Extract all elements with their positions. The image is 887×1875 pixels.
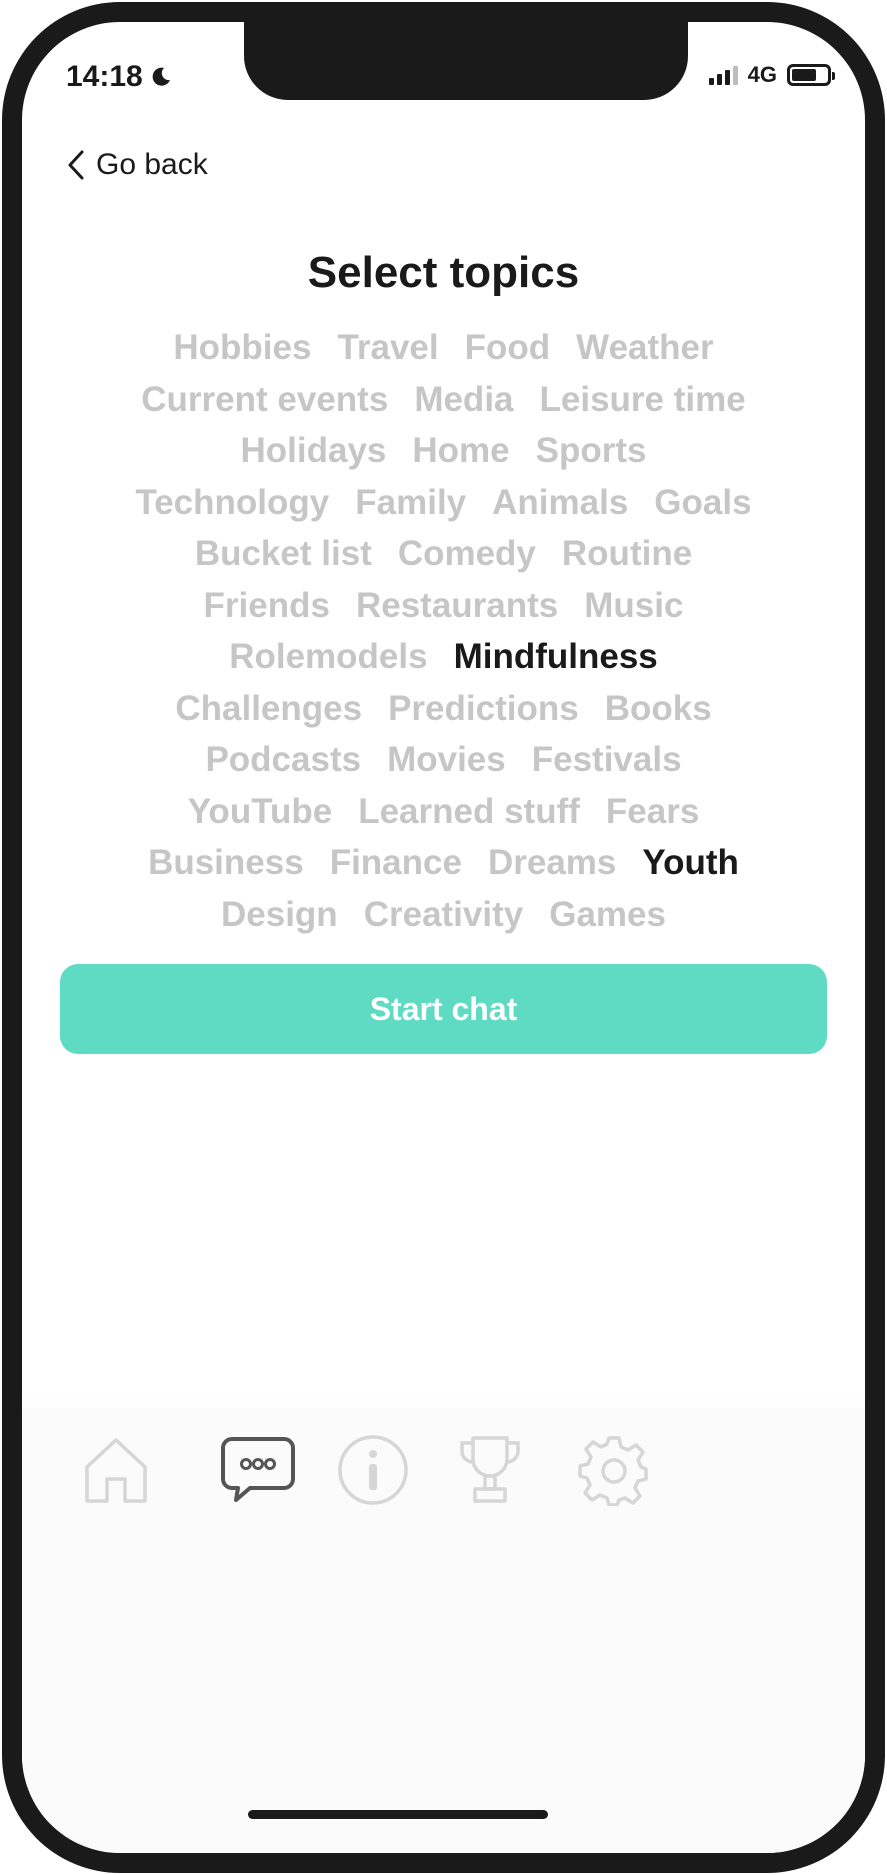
topic-row: Holidays Home Sports (52, 425, 835, 477)
home-indicator (248, 1810, 548, 1819)
topic-chip-mindfulness[interactable]: Mindfulness (454, 631, 658, 683)
topic-chip-fears[interactable]: Fears (606, 786, 699, 838)
topic-row: Challenges Predictions Books (52, 683, 835, 735)
battery-icon (787, 64, 835, 86)
topic-row: Podcasts Movies Festivals (52, 734, 835, 786)
topic-chip-leisure-time[interactable]: Leisure time (540, 374, 746, 426)
topic-chip-design[interactable]: Design (221, 889, 338, 941)
topic-chip-hobbies[interactable]: Hobbies (173, 322, 311, 374)
topic-row: Friends Restaurants Music (52, 580, 835, 632)
topic-row: Bucket list Comedy Routine (52, 528, 835, 580)
trophy-icon (460, 1436, 520, 1503)
topic-chip-sports[interactable]: Sports (536, 425, 647, 477)
topic-chip-youtube[interactable]: YouTube (188, 786, 333, 838)
topic-chip-travel[interactable]: Travel (337, 322, 438, 374)
topic-chip-restaurants[interactable]: Restaurants (356, 580, 558, 632)
chevron-left-icon (68, 150, 84, 180)
topic-chip-games[interactable]: Games (549, 889, 666, 941)
topic-row: Current events Media Leisure time (52, 374, 835, 426)
topic-row: YouTube Learned stuff Fears (52, 786, 835, 838)
topic-row: Hobbies Travel Food Weather (52, 322, 835, 374)
topic-chip-family[interactable]: Family (355, 477, 466, 529)
app-screen: 14:18 4G Go back Select topics Hobbies Tr… (22, 22, 865, 1853)
topic-chip-technology[interactable]: Technology (135, 477, 329, 529)
go-back-button[interactable]: Go back (66, 148, 208, 182)
tab-achievements[interactable] (442, 1422, 538, 1518)
tab-settings[interactable] (566, 1422, 662, 1518)
topic-row: Technology Family Animals Goals (52, 477, 835, 529)
topic-chip-finance[interactable]: Finance (330, 837, 462, 889)
topic-row: Business Finance Dreams Youth (52, 837, 835, 889)
tab-home[interactable] (68, 1422, 164, 1518)
signal-icon (708, 65, 738, 85)
topic-chip-predictions[interactable]: Predictions (388, 683, 579, 735)
topic-chip-learned-stuff[interactable]: Learned stuff (358, 786, 580, 838)
status-bar-right: 4G (708, 62, 835, 88)
home-icon (85, 1438, 147, 1503)
tab-info[interactable] (325, 1422, 421, 1518)
topic-chip-rolemodels[interactable]: Rolemodels (229, 631, 427, 683)
topic-row: Rolemodels Mindfulness (52, 631, 835, 683)
topic-chip-food[interactable]: Food (465, 322, 551, 374)
tab-chat[interactable] (210, 1422, 306, 1518)
network-label: 4G (747, 62, 777, 87)
topic-chip-books[interactable]: Books (605, 683, 712, 735)
topic-chip-home[interactable]: Home (412, 425, 509, 477)
topic-chip-holidays[interactable]: Holidays (241, 425, 387, 477)
phone-frame: 14:18 4G Go back Select topics Hobbies Tr… (2, 2, 885, 1873)
info-icon (338, 1435, 408, 1505)
topic-chip-friends[interactable]: Friends (204, 580, 330, 632)
moon-icon (152, 67, 170, 86)
start-chat-button[interactable]: Start chat (60, 964, 827, 1054)
page-title: Select topics (307, 248, 580, 297)
topic-chip-podcasts[interactable]: Podcasts (205, 734, 361, 786)
topic-chip-creativity[interactable]: Creativity (364, 889, 524, 941)
topic-chip-challenges[interactable]: Challenges (175, 683, 362, 735)
topic-chip-dreams[interactable]: Dreams (488, 837, 616, 889)
start-chat-label: Start chat (369, 990, 518, 1027)
topic-chip-festivals[interactable]: Festivals (532, 734, 682, 786)
topic-cloud: Hobbies Travel Food Weather Current events Me… (52, 322, 835, 940)
status-bar-time: 14:18 (66, 60, 173, 94)
topic-chip-bucket-list[interactable]: Bucket list (195, 528, 372, 580)
topic-chip-music[interactable]: Music (584, 580, 683, 632)
topic-chip-animals[interactable]: Animals (492, 477, 628, 529)
chat-icon (221, 1437, 295, 1502)
device-notch (244, 22, 688, 100)
go-back-label: Go back (96, 148, 208, 181)
topic-chip-youth[interactable]: Youth (642, 837, 739, 889)
time-label: 14:18 (66, 60, 143, 93)
topic-chip-goals[interactable]: Goals (654, 477, 751, 529)
topic-chip-movies[interactable]: Movies (387, 734, 506, 786)
topic-chip-comedy[interactable]: Comedy (398, 528, 536, 580)
topic-row: Design Creativity Games (52, 889, 835, 941)
topic-chip-current-events[interactable]: Current events (141, 374, 388, 426)
topic-chip-media[interactable]: Media (414, 374, 513, 426)
topic-chip-routine[interactable]: Routine (562, 528, 692, 580)
topic-chip-weather[interactable]: Weather (576, 322, 713, 374)
topic-chip-business[interactable]: Business (148, 837, 304, 889)
gear-icon (578, 1436, 648, 1506)
